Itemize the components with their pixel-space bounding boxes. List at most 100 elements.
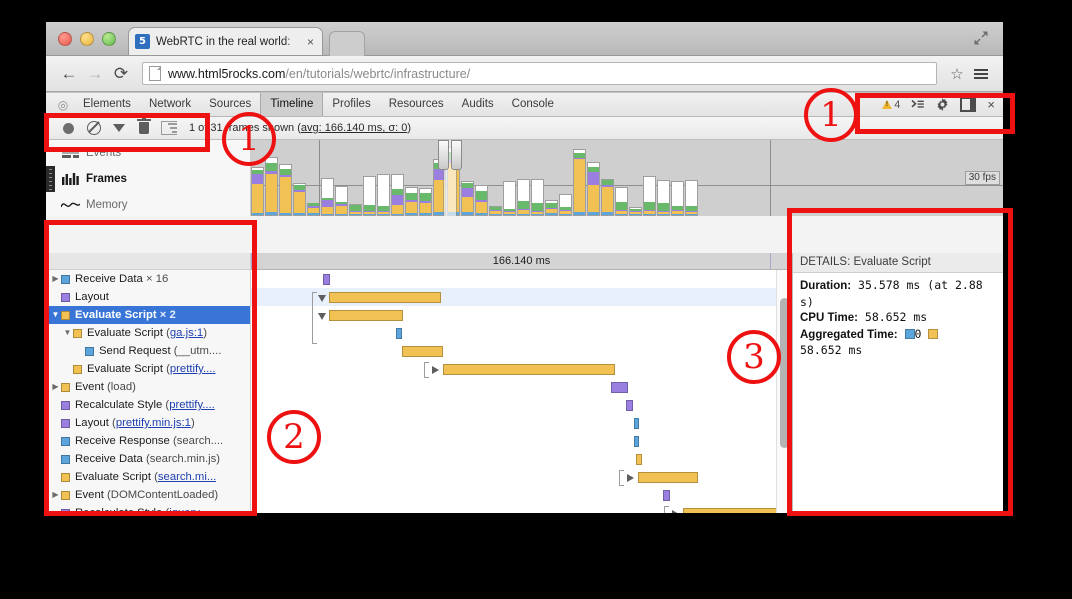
tree-row-source-link[interactable]: jquery.... [169,507,212,513]
waterfall-row[interactable] [251,306,792,324]
frame-bar[interactable] [503,181,516,216]
tree-row[interactable]: Send Request (__utm.... [46,342,250,360]
waterfall-bar[interactable] [323,274,330,285]
frame-bar[interactable] [475,185,488,216]
chevron-right-icon[interactable] [432,366,439,374]
waterfall-bar[interactable] [683,508,781,513]
record-button[interactable] [56,118,81,139]
chevron-down-icon[interactable] [318,295,326,302]
waterfall-bar[interactable] [402,346,443,357]
warning-count-indicator[interactable]: 4 [882,99,900,111]
chevron-down-icon[interactable]: ▼ [62,329,73,337]
waterfall-scroll-thumb[interactable] [780,298,789,448]
frame-bar[interactable] [251,167,264,216]
tree-row[interactable]: ▼Evaluate Script × 2 [46,306,250,324]
frame-bar[interactable] [377,174,390,216]
inspect-element-icon[interactable]: ◎ [52,96,74,114]
overview-resize-grip[interactable] [46,166,55,192]
chevron-down-icon[interactable] [318,313,326,320]
tree-row[interactable]: Recalculate Style (jquery.... [46,504,250,513]
chevron-right-icon[interactable]: ▶ [50,491,61,499]
clear-button[interactable] [81,118,106,139]
overview-handle-left[interactable] [438,140,449,170]
frame-bar[interactable] [573,149,586,216]
waterfall-row[interactable] [251,288,792,306]
tree-row-source-link[interactable]: ga.js:1 [170,327,203,339]
tree-row[interactable]: ▶Event (DOMContentLoaded) [46,486,250,504]
frame-bar[interactable] [545,200,558,216]
frames-overview-chart[interactable]: 30 fps [251,140,1003,216]
waterfall-row[interactable] [251,342,792,360]
chrome-menu-button[interactable] [969,62,993,86]
chevron-right-icon[interactable] [672,510,679,513]
tree-row-source-link[interactable]: search.mi... [158,471,216,483]
waterfall-row[interactable] [251,396,792,414]
frame-bar[interactable] [461,181,474,216]
tree-row[interactable]: ▼Evaluate Script (ga.js:1) [46,324,250,342]
close-icon[interactable]: × [305,36,316,48]
overview-mode-events[interactable]: Events [46,140,250,166]
tab-resources[interactable]: Resources [380,93,453,116]
tree-row-source-link[interactable]: prettify.... [169,399,215,411]
waterfall-bar[interactable] [329,310,403,321]
waterfall-row[interactable] [251,486,792,504]
tree-row[interactable]: ▶Event (load) [46,378,250,396]
tree-row-source-link[interactable]: prettify.... [170,363,216,375]
waterfall-scrollbar[interactable] [776,270,792,513]
frame-bar[interactable] [531,179,544,216]
address-bar[interactable]: www.html5rocks.com/en/tutorials/webrtc/i… [142,62,937,85]
garbage-collect-button[interactable] [131,118,156,139]
waterfall-bar[interactable] [634,418,639,429]
waterfall-bar[interactable] [634,436,639,447]
frame-bar[interactable] [321,178,334,216]
frame-bar[interactable] [559,194,572,216]
dock-icon[interactable] [960,97,976,112]
frame-bar[interactable] [391,174,404,216]
tree-row[interactable]: Layout (prettify.min.js:1) [46,414,250,432]
tab-elements[interactable]: Elements [74,93,140,116]
frame-bar[interactable] [629,207,642,216]
bookmark-star-icon[interactable]: ☆ [945,62,969,86]
filter-button[interactable] [106,118,131,139]
timeline-records-tree[interactable]: ▶Receive Data × 16Layout▼Evaluate Script… [46,253,251,513]
waterfall-bar[interactable] [611,382,628,393]
waterfall-bar[interactable] [663,490,670,501]
reload-button[interactable]: ⟳ [108,62,134,86]
frame-bar[interactable] [671,181,684,216]
waterfall-row[interactable] [251,432,792,450]
frame-bar[interactable] [685,180,698,216]
chevron-right-icon[interactable] [627,474,634,482]
new-tab-button[interactable] [329,31,365,56]
waterfall-bar[interactable] [638,472,698,483]
frame-bar[interactable] [349,204,362,216]
waterfall-row[interactable] [251,324,792,342]
frame-bar[interactable] [657,180,670,216]
chevron-right-icon[interactable]: ▶ [50,275,61,283]
frame-bar[interactable] [517,179,530,216]
waterfall-bar[interactable] [329,292,441,303]
waterfall-bar[interactable] [443,364,615,375]
frame-bar[interactable] [601,179,614,216]
frame-bar[interactable] [293,183,306,216]
frame-bar[interactable] [335,186,348,216]
waterfall-row[interactable] [251,504,792,513]
frame-bar[interactable] [587,162,600,216]
chevron-right-icon[interactable]: ▶ [50,383,61,391]
frame-bar[interactable] [643,176,656,216]
tree-row-source-link[interactable]: prettify.min.js:1 [116,417,191,429]
chevron-down-icon[interactable]: ▼ [50,311,61,319]
overview-mode-frames[interactable]: Frames [46,166,250,192]
console-drawer-icon[interactable] [911,99,925,110]
waterfall-row[interactable] [251,378,792,396]
waterfall-row[interactable] [251,270,792,288]
browser-tab[interactable]: 5 WebRTC in the real world: × [128,27,323,55]
waterfall-bar[interactable] [396,328,402,339]
tree-view-button[interactable] [156,118,181,139]
frame-bar[interactable] [615,187,628,216]
frames-status-link[interactable]: avg: 166.140 ms, σ: 0 [301,122,407,134]
frame-bar[interactable] [405,187,418,216]
tree-row[interactable]: Receive Response (search.... [46,432,250,450]
tab-profiles[interactable]: Profiles [323,93,379,116]
forward-button[interactable]: → [82,62,108,86]
frame-bar[interactable] [363,176,376,216]
